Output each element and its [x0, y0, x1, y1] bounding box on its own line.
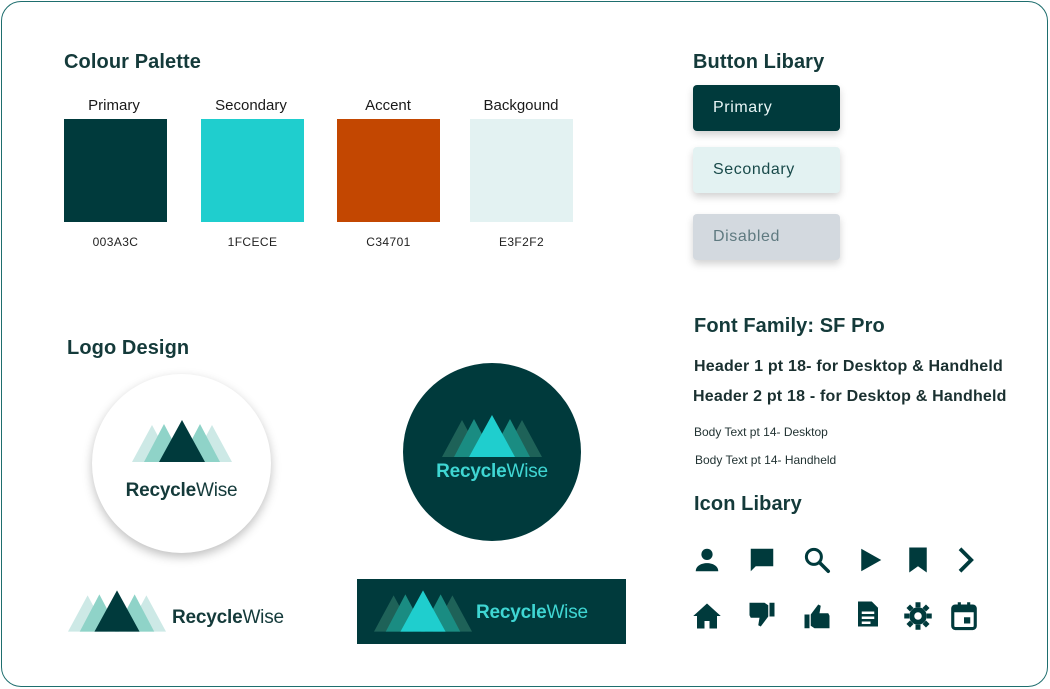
swatch-background	[470, 119, 573, 222]
swatch-secondary	[201, 119, 304, 222]
thumb-up-icon[interactable]	[802, 602, 832, 632]
mountain-logo-icon	[374, 590, 472, 632]
logo-title: Logo Design	[67, 337, 190, 359]
swatch-primary	[64, 119, 167, 222]
document-icon[interactable]	[853, 599, 883, 629]
person-icon[interactable]	[692, 545, 722, 575]
logo-horizontal-dark: RecycleWise	[357, 579, 626, 644]
wordmark-bold: Recycle	[125, 480, 197, 501]
swatch-label-accent: Accent	[365, 97, 411, 114]
logo-wordmark: RecycleWise	[92, 480, 271, 502]
calendar-icon[interactable]	[949, 601, 979, 631]
header2-sample: Header 2 pt 18 - for Desktop & Handheld	[693, 388, 1007, 405]
swatch-label-primary: Primary	[88, 97, 140, 114]
logo-wordmark: RecycleWise	[403, 461, 581, 483]
button-library-title: Button Libary	[693, 51, 825, 73]
body-desktop-sample: Body Text pt 14- Desktop	[694, 425, 828, 439]
swatch-hex-accent: C34701	[366, 235, 411, 249]
swatch-hex-background: E3F2F2	[498, 235, 545, 249]
wordmark-light: Wise	[506, 461, 549, 482]
body-handheld-sample: Body Text pt 14- Handheld	[695, 453, 837, 467]
wordmark-bold: Recycle	[172, 607, 243, 628]
thumb-down-icon[interactable]	[747, 599, 777, 629]
logo-wordmark: RecycleWise	[476, 602, 588, 624]
wordmark-light: Wise	[546, 602, 588, 623]
header1-sample: Header 1 pt 18- for Desktop & Handheld	[694, 358, 1003, 375]
secondary-button[interactable]: Secondary	[693, 147, 840, 193]
bookmark-icon[interactable]	[903, 545, 933, 575]
swatch-accent	[337, 119, 440, 222]
logo-wordmark: RecycleWise	[172, 607, 284, 629]
swatch-hex-secondary: 1FCECE	[227, 235, 278, 249]
chat-bubble-icon[interactable]	[747, 545, 777, 575]
mountain-logo-icon	[132, 420, 232, 462]
mountain-logo-icon	[442, 415, 542, 457]
swatch-label-background: Backgound	[483, 97, 559, 114]
wordmark-light: Wise	[196, 480, 238, 501]
chevron-right-icon[interactable]	[950, 545, 980, 575]
search-icon[interactable]	[802, 545, 832, 575]
play-icon[interactable]	[855, 545, 885, 575]
logo-circle-light: RecycleWise	[92, 374, 271, 553]
wordmark-light: Wise	[242, 607, 284, 628]
icon-library-title: Icon Libary	[694, 493, 802, 515]
swatch-label-secondary: Secondary	[215, 97, 287, 114]
disabled-button: Disabled	[693, 214, 840, 260]
logo-circle-dark: RecycleWise	[403, 363, 581, 541]
gear-icon[interactable]	[903, 601, 933, 631]
home-icon[interactable]	[692, 601, 722, 631]
primary-button[interactable]: Primary	[693, 85, 840, 131]
wordmark-bold: Recycle	[436, 461, 507, 482]
palette-title: Colour Palette	[64, 51, 201, 73]
logo-horizontal-light: RecycleWise	[68, 590, 308, 632]
swatch-hex-primary: 003A3C	[92, 235, 139, 249]
wordmark-bold: Recycle	[476, 602, 547, 623]
font-family-title: Font Family: SF Pro	[694, 315, 885, 337]
mountain-logo-icon	[68, 590, 166, 632]
